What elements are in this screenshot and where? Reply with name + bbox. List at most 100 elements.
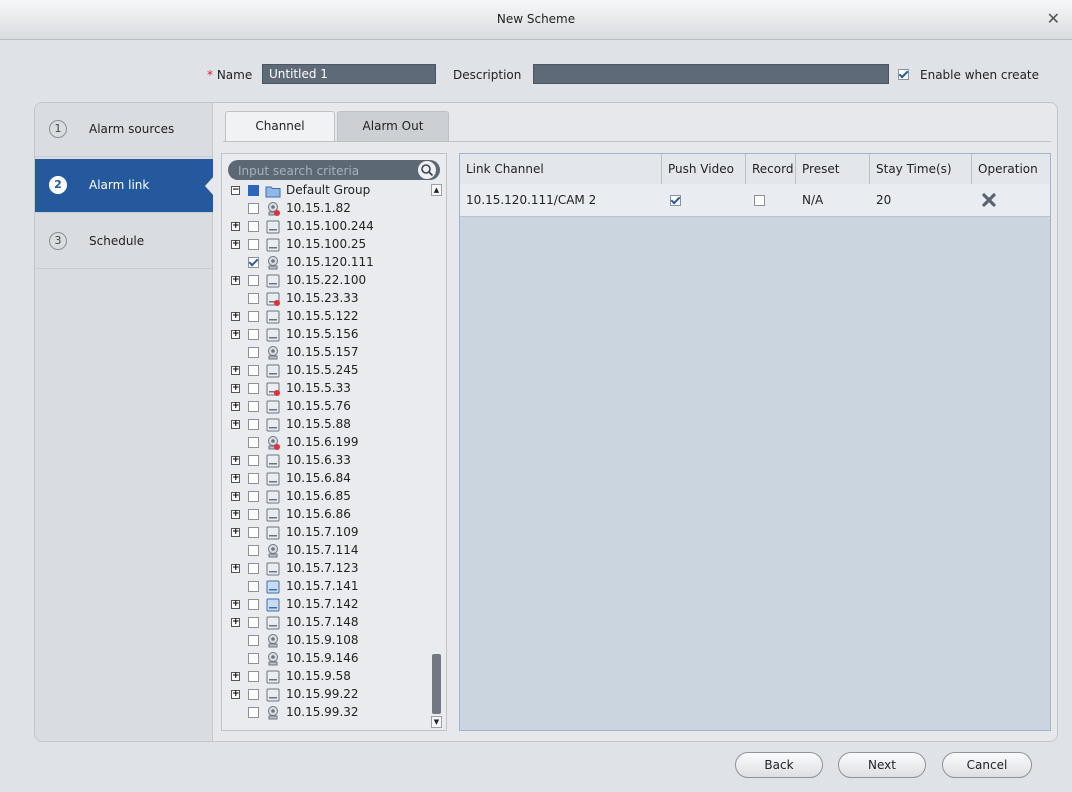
expand-icon[interactable]: +: [231, 330, 240, 339]
tree-item[interactable]: +10.15.9.58: [228, 668, 424, 686]
scroll-thumb[interactable]: [432, 654, 441, 714]
tree-item-checkbox[interactable]: [248, 293, 259, 304]
preset-cell[interactable]: N/A: [796, 184, 870, 216]
scroll-down-icon[interactable]: ▼: [431, 716, 442, 728]
step-alarm-link[interactable]: 2 Alarm link: [35, 159, 214, 213]
tree-scrollbar[interactable]: ▲ ▼: [431, 184, 442, 728]
tree-item[interactable]: 10.15.99.32: [228, 704, 424, 722]
tree-item-checkbox[interactable]: [248, 653, 259, 664]
delete-icon[interactable]: [982, 193, 996, 207]
tree-item-checkbox[interactable]: [248, 239, 259, 250]
tree-item-checkbox[interactable]: [248, 689, 259, 700]
tab-channel[interactable]: Channel: [225, 111, 335, 141]
tree-item-checkbox[interactable]: [248, 401, 259, 412]
tree-item[interactable]: +10.15.5.122: [228, 308, 424, 326]
cancel-button[interactable]: Cancel: [942, 752, 1032, 778]
tree-item-checkbox[interactable]: [248, 275, 259, 286]
tree-item[interactable]: +10.15.5.156: [228, 326, 424, 344]
description-field[interactable]: [533, 64, 889, 84]
expand-icon[interactable]: +: [231, 474, 240, 483]
table-row[interactable]: 10.15.120.111/CAM 2 N/A 20: [460, 184, 1050, 217]
tree-item[interactable]: 10.15.7.141: [228, 578, 424, 596]
expand-icon[interactable]: +: [231, 384, 240, 393]
collapse-icon[interactable]: −: [231, 186, 240, 195]
name-field[interactable]: Untitled 1: [262, 64, 436, 84]
expand-icon[interactable]: +: [231, 672, 240, 681]
tree-item[interactable]: +10.15.5.245: [228, 362, 424, 380]
stay-time-cell[interactable]: 20: [870, 184, 972, 216]
expand-icon[interactable]: +: [231, 690, 240, 699]
tree-item-checkbox[interactable]: [248, 311, 259, 322]
tree-item[interactable]: +10.15.100.25: [228, 236, 424, 254]
expand-icon[interactable]: +: [231, 240, 240, 249]
tree-item[interactable]: 10.15.120.111: [228, 254, 424, 272]
expand-icon[interactable]: +: [231, 510, 240, 519]
push-video-checkbox[interactable]: [670, 195, 681, 206]
tree-item-checkbox[interactable]: [248, 671, 259, 682]
tree-item[interactable]: 10.15.9.146: [228, 650, 424, 668]
tree-item-checkbox[interactable]: [248, 527, 259, 538]
root-partial-checkbox[interactable]: [248, 185, 259, 196]
scroll-up-icon[interactable]: ▲: [431, 184, 442, 196]
tree-item[interactable]: +10.15.7.123: [228, 560, 424, 578]
tree-item-checkbox[interactable]: [248, 365, 259, 376]
search-icon[interactable]: [418, 161, 436, 179]
step-alarm-sources[interactable]: 1 Alarm sources: [35, 103, 213, 157]
search-input[interactable]: [236, 162, 410, 180]
tree-item[interactable]: +10.15.7.148: [228, 614, 424, 632]
tree-item-checkbox[interactable]: [248, 491, 259, 502]
tree-item-checkbox[interactable]: [248, 221, 259, 232]
expand-icon[interactable]: +: [231, 564, 240, 573]
tab-alarm-out[interactable]: Alarm Out: [337, 111, 449, 141]
tree-item[interactable]: 10.15.1.82: [228, 200, 424, 218]
expand-icon[interactable]: +: [231, 492, 240, 501]
tree-item[interactable]: +10.15.5.88: [228, 416, 424, 434]
tree-item[interactable]: +10.15.6.33: [228, 452, 424, 470]
tree-item-checkbox[interactable]: [248, 257, 259, 268]
tree-item-checkbox[interactable]: [248, 545, 259, 556]
tree-item[interactable]: 10.15.7.114: [228, 542, 424, 560]
tree-item[interactable]: +10.15.99.22: [228, 686, 424, 704]
record-checkbox[interactable]: [754, 195, 765, 206]
tree-root[interactable]: − Default Group: [228, 182, 424, 200]
tree-item-checkbox[interactable]: [248, 455, 259, 466]
close-icon[interactable]: ✕: [1047, 9, 1060, 28]
tree-item-checkbox[interactable]: [248, 563, 259, 574]
expand-icon[interactable]: +: [231, 276, 240, 285]
tree-item[interactable]: +10.15.100.244: [228, 218, 424, 236]
expand-icon[interactable]: +: [231, 618, 240, 627]
tree-item-checkbox[interactable]: [248, 329, 259, 340]
expand-icon[interactable]: +: [231, 402, 240, 411]
tree-item-checkbox[interactable]: [248, 383, 259, 394]
tree-item[interactable]: +10.15.6.85: [228, 488, 424, 506]
step-schedule[interactable]: 3 Schedule: [35, 215, 213, 269]
tree-item[interactable]: +10.15.7.142: [228, 596, 424, 614]
expand-icon[interactable]: +: [231, 600, 240, 609]
tree-item-checkbox[interactable]: [248, 473, 259, 484]
expand-icon[interactable]: +: [231, 366, 240, 375]
tree-item[interactable]: 10.15.6.199: [228, 434, 424, 452]
tree-item[interactable]: +10.15.6.86: [228, 506, 424, 524]
tree-item[interactable]: +10.15.6.84: [228, 470, 424, 488]
tree-item-checkbox[interactable]: [248, 509, 259, 520]
tree-item-checkbox[interactable]: [248, 203, 259, 214]
tree-item[interactable]: +10.15.5.33: [228, 380, 424, 398]
tree-item-checkbox[interactable]: [248, 437, 259, 448]
tree-item[interactable]: +10.15.7.109: [228, 524, 424, 542]
back-button[interactable]: Back: [735, 752, 823, 778]
tree-item-checkbox[interactable]: [248, 707, 259, 718]
enable-checkbox-box[interactable]: [898, 69, 909, 80]
expand-icon[interactable]: +: [231, 420, 240, 429]
tree-item-checkbox[interactable]: [248, 347, 259, 358]
expand-icon[interactable]: +: [231, 528, 240, 537]
tree-item-checkbox[interactable]: [248, 635, 259, 646]
tree-item-checkbox[interactable]: [248, 617, 259, 628]
tree-item-checkbox[interactable]: [248, 581, 259, 592]
tree-item[interactable]: +10.15.5.76: [228, 398, 424, 416]
tree-item[interactable]: +10.15.22.100: [228, 272, 424, 290]
expand-icon[interactable]: +: [231, 222, 240, 231]
expand-icon[interactable]: +: [231, 312, 240, 321]
tree-item[interactable]: 10.15.9.108: [228, 632, 424, 650]
tree-item-checkbox[interactable]: [248, 419, 259, 430]
tree-item[interactable]: 10.15.23.33: [228, 290, 424, 308]
